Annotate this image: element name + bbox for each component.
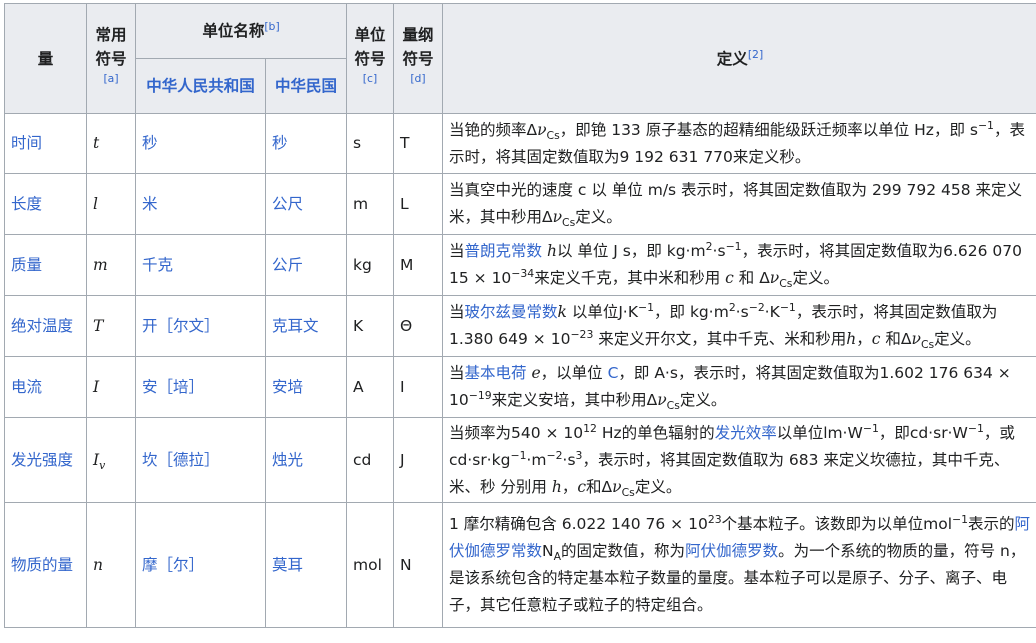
elementary-charge-link[interactable]: 基本电荷 xyxy=(465,364,527,382)
footnote-d-link[interactable]: [d] xyxy=(410,71,425,84)
roc-unit-second-link[interactable]: 秒 xyxy=(266,114,347,174)
table-row: 物质的量 n 摩［尔］ 莫耳 mol N 1 摩尔精确包含 6.022 140 … xyxy=(5,503,1036,628)
unit-symbol-cell: cd xyxy=(347,418,394,503)
prc-unit-ampere-link[interactable]: 安［培］ xyxy=(136,357,266,418)
unit-symbol-cell: kg xyxy=(347,235,394,296)
roc-unit-kilogram-link[interactable]: 公斤 xyxy=(266,235,347,296)
prc-unit-second-link[interactable]: 秒 xyxy=(136,114,266,174)
unit-symbol-cell: K xyxy=(347,296,394,357)
symbol-cell: n xyxy=(87,503,136,628)
footnote-a-link[interactable]: [a] xyxy=(103,71,118,84)
symbol-cell: I xyxy=(87,357,136,418)
symbol-cell: l xyxy=(87,174,136,235)
definition-amount-of-substance: 1 摩尔精确包含 6.022 140 76 × 1023个基本粒子。该数即为以单… xyxy=(443,503,1036,628)
quantity-length-link[interactable]: 长度 xyxy=(5,174,87,235)
roc-unit-mole-link[interactable]: 莫耳 xyxy=(266,503,347,628)
dimension-symbol-cell: L xyxy=(394,174,443,235)
luminous-efficacy-link[interactable]: 发光效率 xyxy=(715,424,777,442)
definition-luminous-intensity: 当频率为540 × 1012 Hz的单色辐射的发光效率以单位lm⋅W−1，即cd… xyxy=(443,418,1036,503)
prc-unit-kilogram-link[interactable]: 千克 xyxy=(136,235,266,296)
roc-unit-ampere-link[interactable]: 安培 xyxy=(266,357,347,418)
prc-unit-candela-link[interactable]: 坎［德拉］ xyxy=(136,418,266,503)
quantity-current-link[interactable]: 电流 xyxy=(5,357,87,418)
dimension-symbol-cell: I xyxy=(394,357,443,418)
symbol-cell: Iv xyxy=(87,418,136,503)
footnote-2-link[interactable]: [2] xyxy=(748,47,763,60)
quantity-mass-link[interactable]: 质量 xyxy=(5,235,87,296)
table-row: 时间 t 秒 秒 s T 当铯的频率ΔνCs，即铯 133 原子基态的超精细能级… xyxy=(5,114,1036,174)
definition-current: 当基本电荷 e，以单位 C，即 A⋅s，表示时，将其固定数值取为1.602 17… xyxy=(443,357,1036,418)
definition-length: 当真空中光的速度 c 以 单位 m/s 表示时，将其固定数值取为 299 792… xyxy=(443,174,1036,235)
definition-mass: 当普朗克常数 h以 单位 J s，即 kg⋅m2⋅s−1，表示时，将其固定数值取… xyxy=(443,235,1036,296)
prc-unit-mole-link[interactable]: 摩［尔］ xyxy=(136,503,266,628)
unit-symbol-cell: s xyxy=(347,114,394,174)
avogadro-number-link[interactable]: 阿伏伽德罗数 xyxy=(685,542,778,560)
footnote-c-link[interactable]: [c] xyxy=(363,71,377,84)
dimension-symbol-cell: J xyxy=(394,418,443,503)
quantity-time-link[interactable]: 时间 xyxy=(5,114,87,174)
header-unit-name: 单位名称[b] xyxy=(136,4,347,59)
table-row: 长度 l 米 公尺 m L 当真空中光的速度 c 以 单位 m/s 表示时，将其… xyxy=(5,174,1036,235)
definition-time: 当铯的频率ΔνCs，即铯 133 原子基态的超精细能级跃迁频率以单位 Hz，即 … xyxy=(443,114,1036,174)
header-definition: 定义[2] xyxy=(443,4,1036,114)
table-row: 电流 I 安［培］ 安培 A I 当基本电荷 e，以单位 C，即 A⋅s，表示时… xyxy=(5,357,1036,418)
header-roc: 中华民国 xyxy=(266,59,347,114)
roc-unit-meter-link[interactable]: 公尺 xyxy=(266,174,347,235)
quantity-luminous-intensity-link[interactable]: 发光强度 xyxy=(5,418,87,503)
roc-unit-kelvin-link[interactable]: 克耳文 xyxy=(266,296,347,357)
quantity-temperature-link[interactable]: 绝对温度 xyxy=(5,296,87,357)
symbol-cell: m xyxy=(87,235,136,296)
roc-unit-candela-link[interactable]: 烛光 xyxy=(266,418,347,503)
coulomb-link[interactable]: C xyxy=(608,364,619,382)
prc-unit-kelvin-link[interactable]: 开［尔文］ xyxy=(136,296,266,357)
unit-symbol-cell: mol xyxy=(347,503,394,628)
dimension-symbol-cell: T xyxy=(394,114,443,174)
dimension-symbol-cell: N xyxy=(394,503,443,628)
header-unit-symbol: 单位符号[c] xyxy=(347,4,394,114)
quantity-amount-of-substance-link[interactable]: 物质的量 xyxy=(5,503,87,628)
footnote-b-link[interactable]: [b] xyxy=(264,20,279,33)
boltzmann-constant-link[interactable]: 玻尔兹曼常数 xyxy=(465,303,558,321)
header-prc: 中华人民共和国 xyxy=(136,59,266,114)
table-row: 质量 m 千克 公斤 kg M 当普朗克常数 h以 单位 J s，即 kg⋅m2… xyxy=(5,235,1036,296)
header-quantity: 量 xyxy=(5,4,87,114)
unit-symbol-cell: A xyxy=(347,357,394,418)
symbol-cell: T xyxy=(87,296,136,357)
symbol-cell: t xyxy=(87,114,136,174)
header-dimension-symbol: 量纲符号[d] xyxy=(394,4,443,114)
si-base-units-table: 量 常用符号[a] 单位名称[b] 单位符号[c] 量纲符号[d] 定义[2] … xyxy=(4,3,1036,628)
prc-unit-meter-link[interactable]: 米 xyxy=(136,174,266,235)
definition-temperature: 当玻尔兹曼常数k 以单位J⋅K−1，即 kg⋅m2⋅s−2⋅K−1，表示时，将其… xyxy=(443,296,1036,357)
header-symbol: 常用符号[a] xyxy=(87,4,136,114)
unit-symbol-cell: m xyxy=(347,174,394,235)
dimension-symbol-cell: Θ xyxy=(394,296,443,357)
table-row: 发光强度 Iv 坎［德拉］ 烛光 cd J 当频率为540 × 1012 Hz的… xyxy=(5,418,1036,503)
table-row: 绝对温度 T 开［尔文］ 克耳文 K Θ 当玻尔兹曼常数k 以单位J⋅K−1，即… xyxy=(5,296,1036,357)
planck-constant-link[interactable]: 普朗克常数 xyxy=(465,242,543,260)
dimension-symbol-cell: M xyxy=(394,235,443,296)
